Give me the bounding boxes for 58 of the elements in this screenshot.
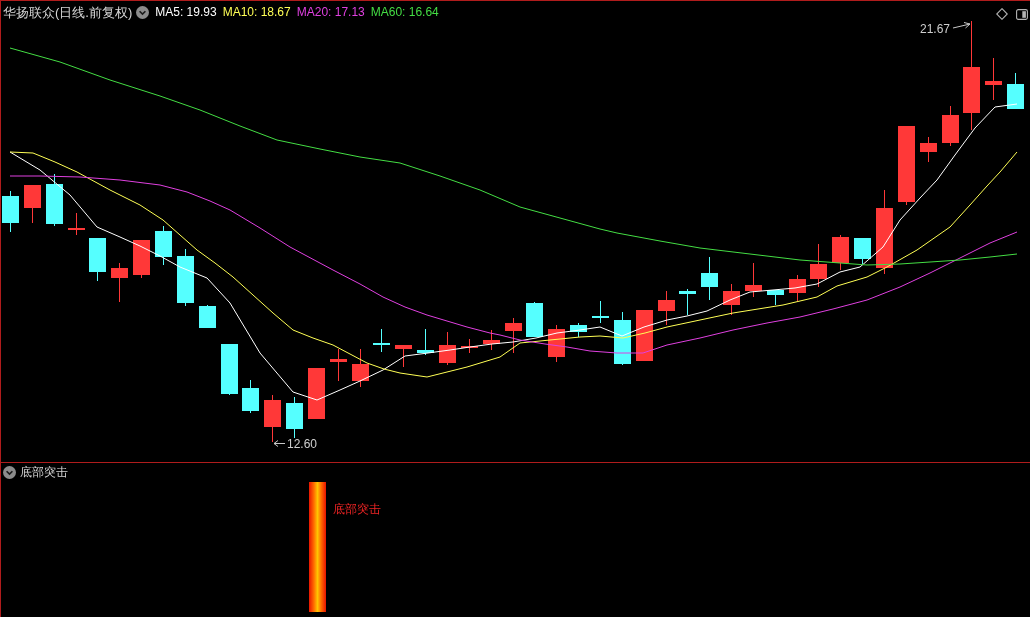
candlestick xyxy=(679,288,696,316)
candlestick xyxy=(286,396,303,439)
candlestick xyxy=(177,248,194,307)
chart-title: 华扬联众(日线.前复权) xyxy=(3,5,133,20)
candlestick xyxy=(942,105,959,147)
candlestick xyxy=(985,57,1002,101)
candlestick xyxy=(592,300,609,324)
candlestick xyxy=(24,184,41,224)
candlestick xyxy=(789,274,806,302)
candlestick xyxy=(133,239,150,279)
diamond-icon[interactable] xyxy=(996,8,1008,20)
candlestick xyxy=(767,289,784,306)
candlestick xyxy=(373,328,390,353)
candlestick xyxy=(439,331,456,366)
candlestick xyxy=(221,343,238,396)
candlestick xyxy=(614,311,631,366)
low-price-label: 12.60 xyxy=(287,437,318,451)
candlestick xyxy=(920,136,937,163)
candlestick xyxy=(155,225,172,266)
candlestick xyxy=(526,301,543,338)
moving-average-label: MA5: 19.93 xyxy=(155,5,217,20)
candlestick xyxy=(810,243,827,288)
candlestick xyxy=(46,173,63,227)
candlestick xyxy=(854,237,871,265)
arrow-icon xyxy=(952,22,971,29)
candlestick xyxy=(483,329,500,351)
candlestick xyxy=(505,317,522,354)
candlestick xyxy=(636,309,653,362)
candlestick xyxy=(308,367,325,420)
chevron-down-icon[interactable] xyxy=(136,6,150,19)
candlestick xyxy=(264,394,281,443)
candlestick xyxy=(242,379,259,414)
candlestick xyxy=(2,190,19,233)
candlestick xyxy=(395,344,412,368)
candlestick xyxy=(723,283,740,316)
candlestick xyxy=(832,234,849,271)
candlestick xyxy=(745,262,762,298)
moving-average-label: MA60: 16.64 xyxy=(370,5,439,20)
candlestick xyxy=(417,328,434,356)
candlestick xyxy=(68,212,85,236)
candlestick xyxy=(89,237,106,282)
high-price-label: 21.67 xyxy=(920,22,951,36)
candlestick xyxy=(570,322,587,338)
candlestick xyxy=(658,290,675,326)
candlestick xyxy=(352,348,369,388)
candlestick xyxy=(330,348,347,382)
candlestick xyxy=(199,304,216,329)
panel-toggle-icon[interactable] xyxy=(1016,8,1028,20)
candlestick xyxy=(461,338,478,354)
moving-average-label: MA20: 17.13 xyxy=(296,5,365,20)
candlestick xyxy=(1007,72,1024,110)
chevron-down-icon[interactable] xyxy=(3,465,16,479)
candlestick xyxy=(111,262,128,303)
arrow-icon xyxy=(273,440,286,447)
candlestick xyxy=(701,256,718,301)
moving-average-label: MA10: 18.67 xyxy=(222,5,291,20)
indicator-title: 底部突击 xyxy=(20,465,68,479)
signal-label: 底部突击 xyxy=(333,502,381,516)
